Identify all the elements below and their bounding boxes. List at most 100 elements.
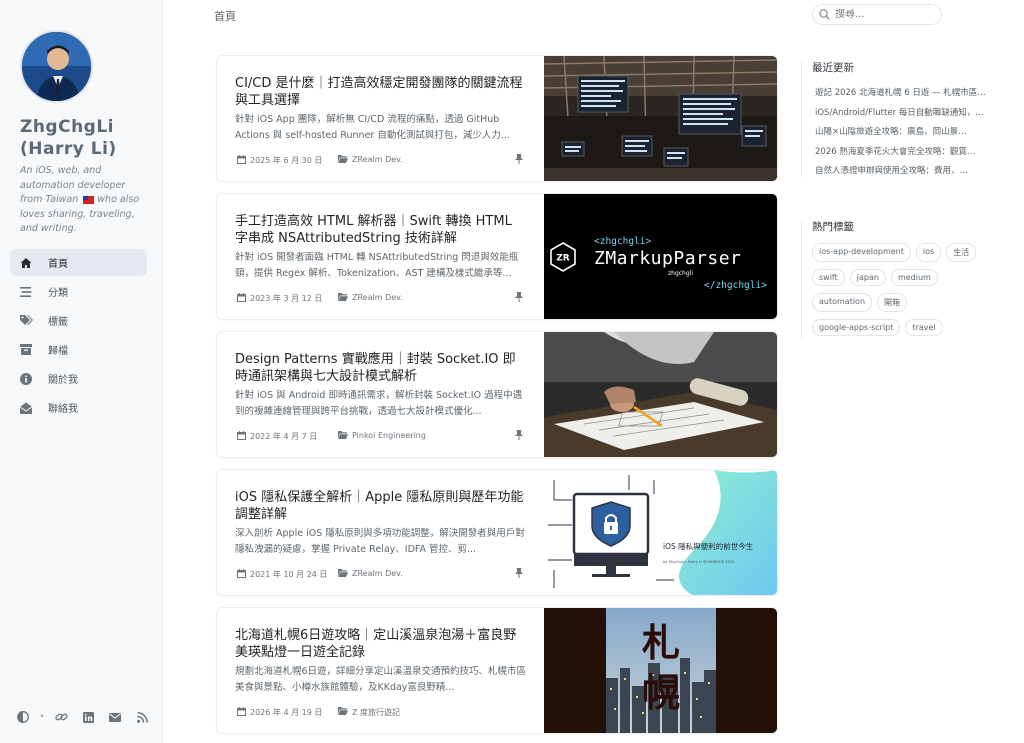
- thumb-title: iOS 隱私與便利的前世今生: [663, 541, 754, 551]
- breadcrumb[interactable]: 首頁: [214, 8, 236, 24]
- post-title[interactable]: CI/CD 是什麼｜打造高效穩定開發團隊的關鍵流程與工具選擇: [235, 75, 525, 109]
- tag-chip[interactable]: 開箱: [877, 293, 908, 312]
- tag-chip[interactable]: japan: [849, 269, 886, 286]
- link-icon[interactable]: [54, 710, 68, 724]
- post-card[interactable]: 手工打造高效 HTML 解析器｜Swift 轉換 HTML 字串成 NSAttr…: [216, 193, 778, 320]
- nav-item-archives[interactable]: 歸檔: [10, 336, 147, 363]
- post-title[interactable]: 北海道札幌6日遊攻略｜定山溪溫泉泡湯＋富良野美瑛點燈一日遊全記錄: [235, 627, 525, 661]
- post-category[interactable]: ZRealm Dev.: [352, 155, 403, 164]
- calendar-icon: [237, 707, 246, 716]
- avatar-photo: [22, 32, 91, 101]
- tag-chip[interactable]: travel: [905, 319, 943, 336]
- theme-toggle-icon[interactable]: [16, 710, 30, 724]
- nav-label: 歸檔: [48, 346, 68, 357]
- post-meta: 2025 年 6 月 30 日 ZRealm Dev.: [235, 154, 527, 166]
- nav-item-contact[interactable]: 聯絡我: [10, 394, 147, 421]
- post-thumbnail[interactable]: [544, 332, 777, 457]
- nav-item-tags[interactable]: 標籤: [10, 307, 147, 334]
- post-category[interactable]: Z 度旅行遊記: [352, 707, 400, 718]
- nav-label: 標籤: [48, 317, 68, 328]
- pin-icon: [515, 154, 524, 164]
- tag-chip[interactable]: ios-app-development: [812, 243, 911, 262]
- thumbnail-sapporo-image: 札 幌 札幌: [544, 608, 777, 733]
- tag-cloud: ios-app-development ios 生活 swift japan m…: [812, 243, 992, 336]
- recent-item[interactable]: 遊記 2026 北海道札幌 6 日遊 — 札幌市區…: [812, 84, 988, 104]
- tag-chip[interactable]: ios: [915, 243, 942, 262]
- site-title[interactable]: ZhgChgLi (Harry Li): [20, 116, 160, 160]
- tag-chip[interactable]: medium: [890, 269, 938, 286]
- tag-chip[interactable]: 生活: [946, 243, 977, 262]
- post-date: 2022 年 4 月 7 日: [250, 432, 318, 441]
- post-title[interactable]: Design Patterns 實戰應用｜封裝 Socket.IO 即時通訊架構…: [235, 351, 525, 385]
- recent-item[interactable]: 2026 熱海夏季花火大會完全攻略：觀賞…: [812, 143, 988, 163]
- avatar[interactable]: [20, 30, 93, 103]
- post-category[interactable]: ZRealm Dev.: [352, 293, 403, 302]
- search-input[interactable]: [835, 9, 935, 20]
- rss-icon[interactable]: [135, 710, 149, 724]
- thumb-byline: by ZhgChgLi, Harry Li @ MOBDOS 2021: [663, 560, 734, 564]
- stream-icon: [19, 285, 33, 299]
- thumb-tag-open: <zhgchgli>: [594, 236, 651, 247]
- recent-list: 遊記 2026 北海道札幌 6 日遊 — 札幌市區… iOS/Android/F…: [812, 84, 991, 182]
- post-card[interactable]: iOS 隱私保護全解析｜Apple 隱私原則與歷年功能調整詳解 深入剖析 App…: [216, 469, 778, 596]
- post-meta: 2023 年 3 月 12 日 ZRealm Dev.: [235, 292, 527, 304]
- post-description: 規劃北海道札幌6日遊，詳細分享定山溪溫泉交通預約技巧、札幌市區美食與景點、小樽水…: [235, 666, 527, 693]
- post-meta: 2022 年 4 月 7 日 Pinkoi Engineering: [235, 430, 527, 442]
- post-thumbnail[interactable]: ZR <zhgchgli> ZMarkupParser zhgchgli </z…: [544, 194, 777, 319]
- post-thumbnail[interactable]: [544, 56, 777, 181]
- nav-item-categories[interactable]: 分類: [10, 278, 147, 305]
- site-subtitle: An iOS, web, and automation developer fr…: [20, 164, 150, 237]
- post-date: 2021 年 10 月 24 日: [250, 570, 328, 579]
- thumb-tag-close: </zhgchgli>: [704, 280, 767, 291]
- info-circle-icon: [19, 372, 33, 386]
- search-icon: [819, 9, 830, 20]
- search-box[interactable]: [812, 4, 942, 25]
- thumbnail-zmarkupparser-image: ZR <zhgchgli> ZMarkupParser zhgchgli </z…: [544, 194, 777, 319]
- folder-open-icon: [338, 569, 348, 578]
- archive-icon: [19, 343, 33, 357]
- post-thumbnail[interactable]: iOS 隱私與便利的前世今生 by ZhgChgLi, Harry Li @ M…: [544, 470, 777, 595]
- email-icon[interactable]: [108, 710, 122, 724]
- post-description: 針對 iOS 開發者面臨 HTML 轉 NSAttributedString 閃…: [235, 252, 519, 279]
- post-title[interactable]: 手工打造高效 HTML 解析器｜Swift 轉換 HTML 字串成 NSAttr…: [235, 213, 525, 247]
- folder-open-icon: [338, 707, 348, 716]
- nav-label: 關於我: [48, 375, 78, 386]
- nav-label: 分類: [48, 288, 68, 299]
- linkedin-icon[interactable]: [81, 710, 95, 724]
- post-description: 針對 iOS 與 Android 即時通訊需求，解析封裝 Socket.IO 過…: [235, 390, 523, 417]
- thumbnail-blueprint-image: [544, 332, 777, 457]
- calendar-icon: [237, 155, 246, 164]
- pin-icon: [515, 568, 524, 578]
- recent-item[interactable]: 山陽×山陰旅遊全攻略：廣島、岡山景…: [812, 123, 988, 143]
- nav-label: 首頁: [48, 259, 68, 270]
- taiwan-flag-icon: [83, 195, 95, 204]
- post-card[interactable]: 北海道札幌6日遊攻略｜定山溪溫泉泡湯＋富良野美瑛點燈一日遊全記錄 規劃北海道札幌…: [216, 607, 778, 734]
- post-meta: 2021 年 10 月 24 日 ZRealm Dev.: [235, 568, 527, 580]
- thumb-byline: zhgchgli: [668, 270, 693, 277]
- thumb-title-char1: 札: [642, 620, 680, 665]
- recent-item[interactable]: 自然人憑證申辦與使用全攻略：費用、…: [812, 162, 988, 182]
- post-date: 2025 年 6 月 30 日: [250, 156, 323, 165]
- tag-chip[interactable]: swift: [812, 269, 845, 286]
- post-title[interactable]: iOS 隱私保護全解析｜Apple 隱私原則與歷年功能調整詳解: [235, 489, 525, 523]
- tag-chip[interactable]: google-apps-script: [812, 319, 901, 336]
- calendar-icon: [237, 293, 246, 302]
- post-category[interactable]: Pinkoi Engineering: [352, 431, 426, 440]
- post-category[interactable]: ZRealm Dev.: [352, 569, 403, 578]
- post-meta: 2026 年 4 月 19 日 Z 度旅行遊記: [235, 706, 527, 718]
- post-card[interactable]: Design Patterns 實戰應用｜封裝 Socket.IO 即時通訊架構…: [216, 331, 778, 458]
- tag-chip[interactable]: automation: [812, 293, 873, 312]
- pin-icon: [515, 430, 524, 440]
- sidebar: ZhgChgLi (Harry Li) An iOS, web, and aut…: [0, 0, 163, 743]
- post-thumbnail[interactable]: 札 幌 札幌: [544, 608, 777, 733]
- popular-tags-panel: 熱門標籤 ios-app-development ios 生活 swift ja…: [801, 219, 991, 341]
- post-list: CI/CD 是什麼｜打造高效穩定開發團隊的關鍵流程與工具選擇 針對 iOS Ap…: [216, 55, 778, 743]
- nav-item-about[interactable]: 關於我: [10, 365, 147, 392]
- recent-item[interactable]: iOS/Android/Flutter 每日自動職缺通知，…: [812, 104, 988, 124]
- site-title-line2: (Harry Li): [20, 139, 117, 159]
- post-card[interactable]: CI/CD 是什麼｜打造高效穩定開發團隊的關鍵流程與工具選擇 針對 iOS Ap…: [216, 55, 778, 182]
- nav-item-home[interactable]: 首頁: [10, 249, 147, 276]
- home-icon: [19, 256, 33, 270]
- nav-label: 聯絡我: [48, 404, 78, 415]
- thumb-title-char2: 幌: [642, 670, 680, 715]
